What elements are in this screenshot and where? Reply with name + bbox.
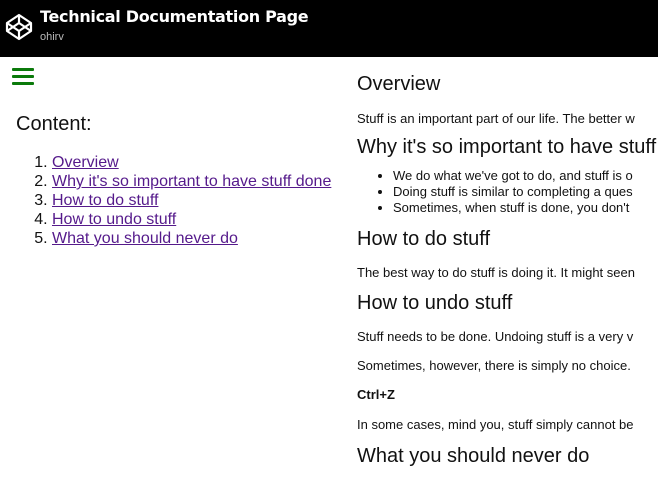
section-title-never-do: What you should never do bbox=[357, 445, 590, 467]
hamburger-menu-icon[interactable] bbox=[12, 68, 34, 87]
toc-link-never-do[interactable]: What you should never do bbox=[52, 230, 238, 247]
overview-text: Stuff is an important part of our life. … bbox=[357, 111, 635, 126]
table-of-contents: Content: Overview Why it's so important … bbox=[16, 113, 346, 248]
toc-list: Overview Why it's so important to have s… bbox=[16, 153, 346, 248]
section-title-how-to-do: How to do stuff bbox=[357, 228, 491, 250]
menu-bar-bottom bbox=[12, 82, 34, 85]
menu-bar-middle bbox=[12, 75, 34, 78]
why-bullet-list: We do what we've got to do, and stuff is… bbox=[357, 168, 658, 216]
undo-shortcut: Ctrl+Z bbox=[357, 387, 395, 402]
toc-item: How to undo stuff bbox=[52, 210, 346, 229]
undo-text-2: Sometimes, however, there is simply no c… bbox=[357, 358, 631, 373]
section-title-why: Why it's so important to have stuff bbox=[357, 136, 657, 158]
toc-item: Why it's so important to have stuff done bbox=[52, 172, 346, 191]
toc-item: How to do stuff bbox=[52, 191, 346, 210]
menu-bar-top bbox=[12, 68, 34, 71]
how-to-do-text: The best way to do stuff is doing it. It… bbox=[357, 265, 635, 280]
toc-title: Content: bbox=[16, 113, 92, 135]
undo-text-3: In some cases, mind you, stuff simply ca… bbox=[357, 417, 634, 432]
toc-item: Overview bbox=[52, 153, 346, 172]
page-title: Technical Documentation Page bbox=[40, 7, 309, 26]
toc-link-overview[interactable]: Overview bbox=[52, 154, 119, 171]
undo-text-1: Stuff needs to be done. Undoing stuff is… bbox=[357, 329, 634, 344]
why-bullet: Doing stuff is similar to completing a q… bbox=[393, 184, 658, 200]
why-bullet: We do what we've got to do, and stuff is… bbox=[393, 168, 658, 184]
toc-link-how-to-undo[interactable]: How to undo stuff bbox=[52, 211, 176, 228]
section-title-overview: Overview bbox=[357, 73, 441, 95]
toc-link-why-important[interactable]: Why it's so important to have stuff done bbox=[52, 173, 331, 190]
codepen-logo-icon[interactable] bbox=[5, 13, 33, 41]
toc-item: What you should never do bbox=[52, 229, 346, 248]
top-bar: Technical Documentation Page ohirv bbox=[0, 0, 658, 57]
toc-link-how-to-do[interactable]: How to do stuff bbox=[52, 192, 158, 209]
author-link[interactable]: ohirv bbox=[40, 31, 64, 43]
why-bullet: Sometimes, when stuff is done, you don't bbox=[393, 200, 658, 216]
section-title-how-to-undo: How to undo stuff bbox=[357, 292, 513, 314]
main-content: Overview Stuff is an important part of o… bbox=[357, 71, 658, 501]
